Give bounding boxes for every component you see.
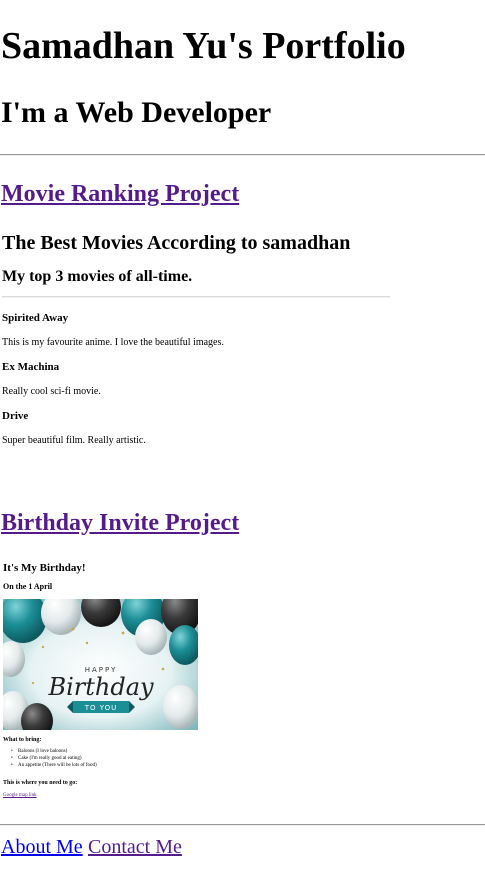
list-item: Baloons (I love baloons) xyxy=(3,748,97,755)
list-item: An appetite (There will be lots of food) xyxy=(3,762,97,769)
birthday-image-main-text: Birthday xyxy=(47,673,154,701)
birthday-invite-project-link[interactable]: Birthday Invite Project xyxy=(1,509,239,537)
location-heading: This is where you need to go: xyxy=(3,780,78,786)
contact-me-link[interactable]: Contact Me xyxy=(88,835,182,859)
bring-list: Baloons (I love baloons) Cake (I'm reall… xyxy=(3,748,97,769)
divider xyxy=(0,824,485,826)
page-subtitle: I'm a Web Developer xyxy=(1,96,272,129)
birthday-heading: It's My Birthday! xyxy=(3,562,86,574)
movie-description: Really cool sci-fi movie. xyxy=(2,386,101,397)
list-item: Cake (I'm really good at eating) xyxy=(3,755,97,762)
birthday-image-banner-text: TO YOU xyxy=(84,704,118,712)
movie-title: Drive xyxy=(2,410,29,422)
about-me-link[interactable]: About Me xyxy=(1,835,83,859)
birthday-invite-embed: It's My Birthday! On the 1 April HAPPY B… xyxy=(0,555,210,805)
divider xyxy=(0,154,485,156)
page-title: Samadhan Yu's Portfolio xyxy=(1,25,406,67)
map-link[interactable]: Google map link xyxy=(3,792,37,799)
movie-description: Super beautiful film. Really artistic. xyxy=(2,435,146,446)
portfolio-page: { "header": { "title": "Samadhan Yu's Po… xyxy=(0,0,485,875)
birthday-image: HAPPY Birthday TO YOU xyxy=(3,599,198,730)
movie-ranking-project-link[interactable]: Movie Ranking Project xyxy=(1,180,239,208)
birthday-date: On the 1 April xyxy=(3,582,53,591)
movie-title: Spirited Away xyxy=(2,312,69,324)
bring-heading: What to bring: xyxy=(3,737,42,743)
movie-ranking-embed: The Best Movies According to samadhan My… xyxy=(0,225,395,465)
movie-heading: The Best Movies According to samadhan xyxy=(2,232,351,254)
movie-subheading: My top 3 movies of all-time. xyxy=(2,268,193,285)
movie-description: This is my favourite anime. I love the b… xyxy=(2,337,224,348)
movie-title: Ex Machina xyxy=(2,361,60,373)
movie-divider xyxy=(2,296,390,298)
